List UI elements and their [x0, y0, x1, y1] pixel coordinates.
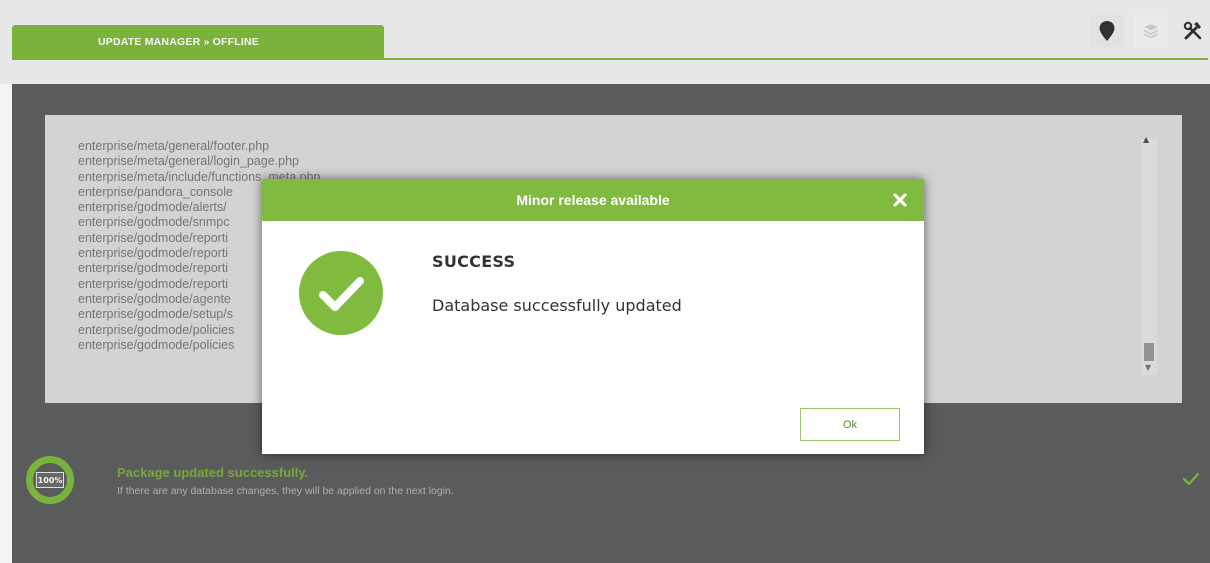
- success-message: Database successfully updated: [432, 296, 682, 315]
- ok-button[interactable]: Ok: [800, 408, 900, 441]
- success-heading: SUCCESS: [432, 252, 516, 271]
- close-icon: [893, 193, 907, 207]
- dialog-title: Minor release available: [516, 192, 670, 208]
- success-check-icon: [298, 250, 384, 336]
- minor-release-dialog: Minor release available SUCCESS Database…: [262, 179, 924, 454]
- dialog-close-button[interactable]: [890, 190, 910, 210]
- dialog-header: Minor release available: [262, 179, 924, 221]
